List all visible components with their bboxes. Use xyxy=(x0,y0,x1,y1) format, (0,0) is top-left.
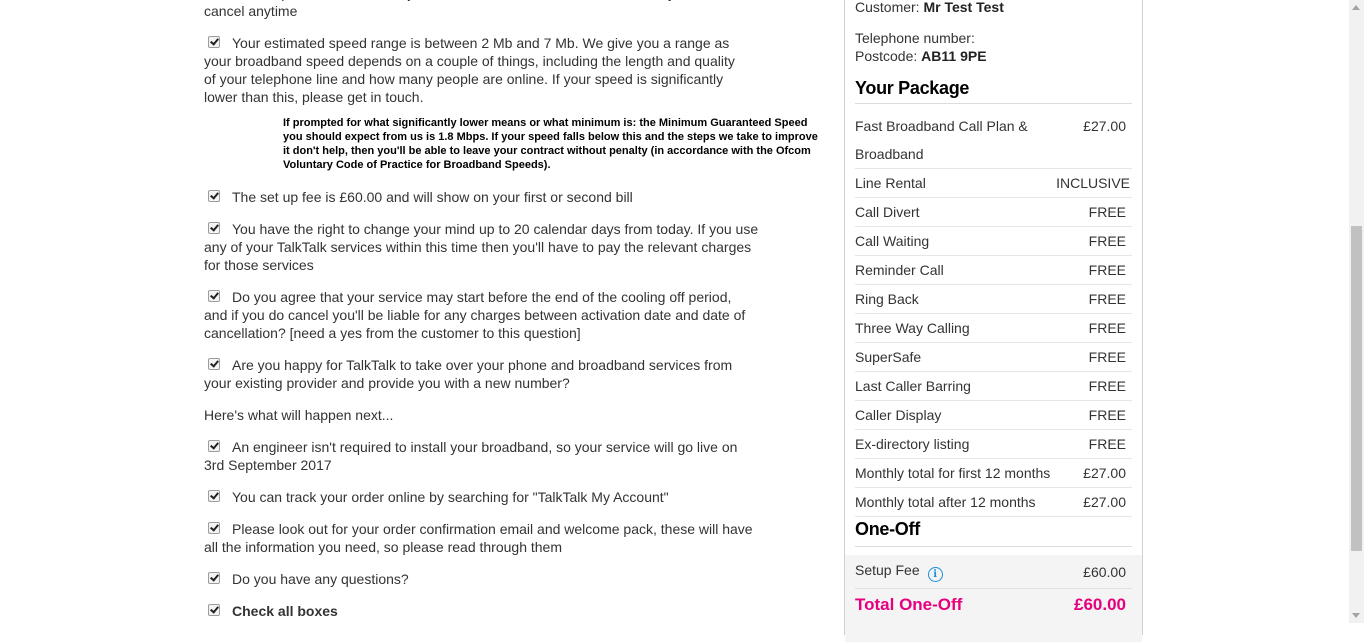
package-item-price: £27.00 xyxy=(1083,465,1126,481)
total-oneoff-label: Total One-Off xyxy=(855,595,963,614)
checklist-item-supersafe: Your SuperSafe Boost, it on just a minim… xyxy=(204,0,824,20)
package-item-name: Call Waiting xyxy=(855,233,930,249)
package-item-name: Call Divert xyxy=(855,204,920,220)
total-oneoff-value: £60.00 xyxy=(1074,595,1126,614)
next-heading: Here's what will happen next... xyxy=(204,407,394,423)
checklist-item-agree-start: Do you agree that your service may start… xyxy=(204,288,749,342)
package-item-name: Last Caller Barring xyxy=(855,378,971,394)
package-item-name: SuperSafe xyxy=(855,349,922,365)
checkbox[interactable] xyxy=(208,522,220,534)
package-heading: Your Package xyxy=(855,78,1132,104)
package-item-price: FREE xyxy=(1088,233,1126,249)
package-item-price: FREE xyxy=(1088,204,1126,220)
package-item-price: FREE xyxy=(1088,436,1126,452)
package-row: Ex-directory listing FREE xyxy=(855,430,1132,459)
scroll-thumb[interactable] xyxy=(1351,226,1362,551)
setup-fee-value: £60.00 xyxy=(1083,564,1126,580)
package-item-price: FREE xyxy=(1088,378,1126,394)
customer-value: Mr Test Test xyxy=(923,0,1004,15)
checklist: Your SuperSafe Boost, it on just a minim… xyxy=(204,0,824,634)
scroll-down-arrow-icon[interactable] xyxy=(1352,613,1360,618)
checkbox[interactable] xyxy=(208,358,220,370)
checklist-item-questions: Do you have any questions? xyxy=(204,570,824,588)
check-all-checkbox[interactable] xyxy=(208,604,220,616)
package-item-price: FREE xyxy=(1088,262,1126,278)
package-item-name: Line Rental xyxy=(855,175,926,191)
item-text: Your estimated speed range is between 2 … xyxy=(204,35,735,105)
checkbox[interactable] xyxy=(208,222,220,234)
postcode-value: AB11 9PE xyxy=(921,48,987,64)
vertical-scrollbar[interactable] xyxy=(1349,0,1364,623)
package-list: Fast Broadband Call Plan & Broadband £27.… xyxy=(845,104,1142,517)
package-row: Reminder Call FREE xyxy=(855,256,1132,285)
package-item-name: Reminder Call xyxy=(855,262,944,278)
package-item-price: INCLUSIVE xyxy=(1056,175,1130,191)
package-row: Fast Broadband Call Plan & Broadband £27.… xyxy=(855,104,1132,169)
checkbox[interactable] xyxy=(208,190,220,202)
checklist-item-engineer: An engineer isn't required to install yo… xyxy=(204,438,754,474)
checklist-item-setup-fee: The set up fee is £60.00 and will show o… xyxy=(204,188,824,206)
item-text-line2: cancel anytime xyxy=(204,3,298,19)
item-text: Do you agree that your service may start… xyxy=(204,289,746,341)
item-text: The set up fee is £60.00 and will show o… xyxy=(232,189,633,205)
package-row: Line Rental INCLUSIVE xyxy=(855,169,1132,198)
package-item-name: Monthly total for first 12 months xyxy=(855,465,1051,481)
package-item-price: FREE xyxy=(1088,320,1126,336)
oneoff-heading: One-Off xyxy=(855,519,1132,547)
item-text: Please look out for your order confirmat… xyxy=(204,521,753,555)
package-row: Ring Back FREE xyxy=(855,285,1132,314)
telephone-label: Telephone number: xyxy=(855,30,975,46)
package-item-name: Three Way Calling xyxy=(855,320,970,336)
customer-label: Customer: xyxy=(855,0,920,15)
package-item-price: £27.00 xyxy=(1083,494,1126,510)
checkbox[interactable] xyxy=(208,36,220,48)
package-row: Call Divert FREE xyxy=(855,198,1132,227)
checkbox[interactable] xyxy=(208,440,220,452)
checklist-item-take-over: Are you happy for TalkTalk to take over … xyxy=(204,356,749,392)
scroll-up-arrow-icon[interactable] xyxy=(1352,5,1360,10)
package-item-name: Monthly total after 12 months xyxy=(855,494,1036,510)
package-item-price: FREE xyxy=(1088,407,1126,423)
oneoff-box: Setup Fee i £60.00 Total One-Off £60.00 xyxy=(845,555,1142,642)
item-text: Your SuperSafe Boost, it on just a minim… xyxy=(232,0,717,1)
package-item-price: £27.00 xyxy=(1083,118,1126,134)
package-item-name: Caller Display xyxy=(855,407,942,423)
order-summary-sidebar: Customer: Mr Test Test Telephone number:… xyxy=(844,0,1143,642)
package-row: Caller Display FREE xyxy=(855,401,1132,430)
speed-note: If prompted for what significantly lower… xyxy=(283,117,818,171)
item-text: You can track your order online by searc… xyxy=(232,489,669,505)
checkbox[interactable] xyxy=(208,490,220,502)
package-item-price: FREE xyxy=(1088,349,1126,365)
package-item-price: FREE xyxy=(1088,291,1126,307)
checkbox[interactable] xyxy=(208,290,220,302)
checklist-item-look-out: Please look out for your order confirmat… xyxy=(204,520,764,556)
customer-details: Customer: Mr Test Test Telephone number:… xyxy=(845,0,1142,65)
checklist-item-track: You can track your order online by searc… xyxy=(204,488,824,506)
package-row: Monthly total for first 12 months £27.00 xyxy=(855,459,1132,488)
item-text: You have the right to change your mind u… xyxy=(204,221,759,273)
item-text: Check all boxes xyxy=(232,603,338,619)
package-row: Call Waiting FREE xyxy=(855,227,1132,256)
package-item-name: Ex-directory listing xyxy=(855,436,970,452)
checklist-item-cooling-off: You have the right to change your mind u… xyxy=(204,220,764,274)
checklist-item-speed-range: Your estimated speed range is between 2 … xyxy=(204,34,749,106)
setup-fee-label-wrap: Setup Fee i xyxy=(855,562,943,582)
item-text: Are you happy for TalkTalk to take over … xyxy=(204,357,733,391)
setup-fee-row: Setup Fee i £60.00 xyxy=(855,562,1132,589)
package-row: Monthly total after 12 months £27.00 xyxy=(855,488,1132,517)
package-row: Three Way Calling FREE xyxy=(855,314,1132,343)
info-icon[interactable]: i xyxy=(927,567,943,582)
package-item-name: Fast Broadband Call Plan & Broadband xyxy=(855,118,1028,162)
package-row: Last Caller Barring FREE xyxy=(855,372,1132,401)
total-oneoff-row: Total One-Off £60.00 xyxy=(855,595,1132,615)
setup-fee-label: Setup Fee xyxy=(855,562,920,578)
item-text: Do you have any questions? xyxy=(232,571,409,587)
item-text: An engineer isn't required to install yo… xyxy=(204,439,738,473)
package-item-name: Ring Back xyxy=(855,291,919,307)
package-row: SuperSafe FREE xyxy=(855,343,1132,372)
postcode-label: Postcode: xyxy=(855,48,918,64)
checklist-item-check-all: Check all boxes xyxy=(204,602,824,620)
checkbox[interactable] xyxy=(208,572,220,584)
